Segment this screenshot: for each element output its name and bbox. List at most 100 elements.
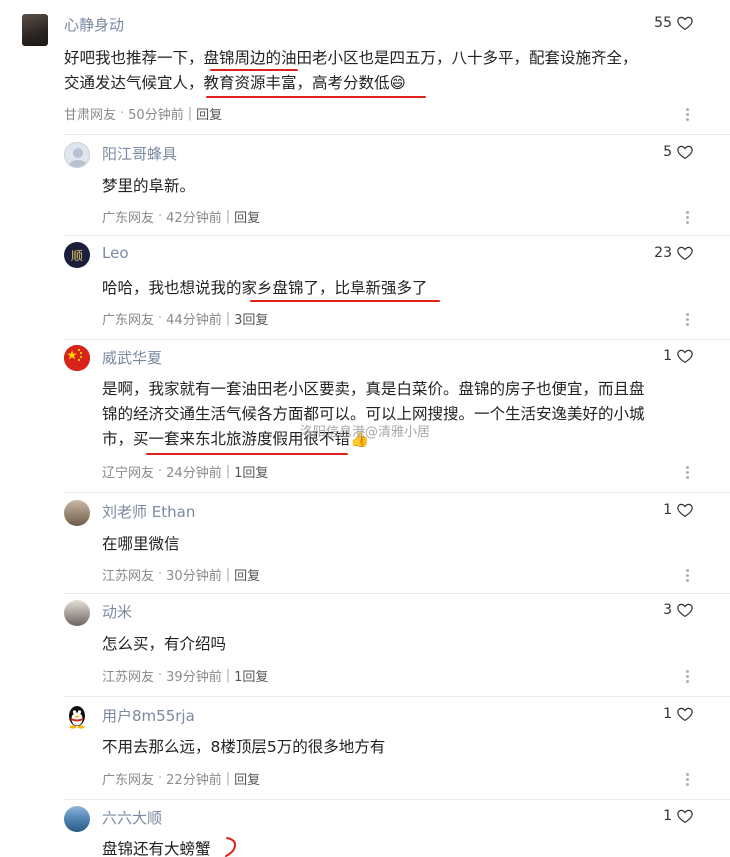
avatar[interactable] — [64, 142, 90, 168]
svg-text:顺: 顺 — [71, 249, 83, 263]
comment-line: 哈哈，我也想说我的家乡盘锦了，比阜新强多了 — [102, 279, 428, 297]
like-button[interactable]: 55 — [654, 14, 694, 32]
comment-author[interactable]: 阳江哥蜂具 — [102, 143, 177, 164]
comment-meta: 江苏网友 · 30分钟前 | 回复 — [102, 565, 260, 584]
flag-icon — [64, 345, 90, 371]
heart-outline-icon[interactable] — [676, 601, 694, 619]
like-count: 55 — [654, 15, 672, 31]
watermark: 洛阳信息港@清雅小居 — [300, 425, 431, 440]
more-vertical-icon[interactable] — [686, 773, 690, 788]
meta-separator: · — [158, 771, 163, 786]
meta-separator: | — [225, 209, 231, 224]
heart-outline-icon[interactable] — [676, 705, 694, 723]
penguin-icon — [69, 706, 85, 729]
comment-item: 刘老师 Ethan 1 在哪里微信 江苏网友 · 30分钟前 | 回复 — [0, 493, 730, 593]
heart-outline-icon[interactable] — [676, 14, 694, 32]
avatar-logo-icon: 顺 — [65, 243, 89, 267]
comment-item: 动米 3 怎么买，有介绍吗 江苏网友 · 39分钟前 | 1回复 — [0, 594, 730, 696]
meta-separator: | — [225, 668, 231, 683]
meta-separator: · — [158, 668, 163, 683]
meta-separator: | — [225, 311, 231, 326]
comment-line: 不用去那么远，8楼顶层5万的很多地方有 — [102, 738, 386, 756]
comment-line: 怎么买，有介绍吗 — [102, 635, 227, 653]
comment-author[interactable]: Leo — [102, 244, 129, 262]
like-count: 1 — [663, 502, 672, 518]
like-button[interactable]: 1 — [663, 501, 694, 519]
more-vertical-icon[interactable] — [686, 313, 690, 328]
user-location: 甘肃网友 — [64, 108, 117, 123]
more-vertical-icon[interactable] — [686, 211, 690, 226]
avatar[interactable] — [64, 600, 90, 626]
like-button[interactable]: 1 — [663, 705, 694, 723]
reply-button[interactable]: 回复 — [196, 104, 222, 123]
meta-separator: | — [225, 771, 231, 786]
reply-button[interactable]: 回复 — [234, 565, 260, 584]
meta-separator: · — [158, 209, 163, 224]
comment-text: 不用去那么远，8楼顶层5万的很多地方有 — [102, 735, 702, 760]
reply-button[interactable]: 3回复 — [234, 309, 268, 328]
comment-author[interactable]: 动米 — [102, 601, 132, 622]
comment-text: 盘锦还有大螃蟹 — [102, 837, 702, 857]
meta-separator: · — [158, 567, 163, 582]
heart-outline-icon[interactable] — [676, 143, 694, 161]
annotation-bracket — [225, 837, 237, 857]
default-user-icon — [69, 148, 87, 167]
user-location: 江苏网友 — [102, 670, 155, 685]
user-location: 广东网友 — [102, 313, 155, 328]
comment-item: 心静身动 55 好吧我也推荐一下，盘锦周边的油田老小区也是四五万，八十多平，配套… — [0, 0, 730, 135]
meta-separator: | — [187, 106, 193, 121]
heart-outline-icon[interactable] — [676, 807, 694, 825]
user-location: 江苏网友 — [102, 569, 155, 584]
comment-time: 24分钟前 — [166, 466, 222, 481]
reply-button[interactable]: 回复 — [234, 769, 260, 788]
like-button[interactable]: 1 — [663, 347, 694, 365]
comment-text: 哈哈，我也想说我的家乡盘锦了，比阜新强多了 — [102, 276, 702, 301]
comment-item: 顺 Leo 23 哈哈，我也想说我的家乡盘锦了，比阜新强多了 广东网友 · 44… — [0, 236, 730, 339]
comment-text: 是啊，我家就有一套油田老小区要卖，真是白菜价。盘锦的房子也便宜，而且盘 锦的经济… — [102, 377, 702, 452]
heart-outline-icon[interactable] — [676, 501, 694, 519]
user-location: 广东网友 — [102, 211, 155, 226]
comment-item: 阳江哥蜂具 5 梦里的阜新。 广东网友 · 42分钟前 | 回复 — [0, 135, 730, 235]
meta-separator: · — [158, 464, 163, 479]
meta-separator: · — [158, 311, 163, 326]
avatar[interactable] — [64, 500, 90, 526]
more-vertical-icon[interactable] — [686, 466, 690, 481]
like-count: 5 — [663, 144, 672, 160]
avatar[interactable] — [64, 704, 90, 730]
comment-author[interactable]: 威武华夏 — [102, 347, 162, 368]
reply-button[interactable]: 回复 — [234, 207, 260, 226]
comment-text: 好吧我也推荐一下，盘锦周边的油田老小区也是四五万，八十多平，配套设施齐全， 交通… — [64, 46, 704, 96]
comment-author[interactable]: 心静身动 — [64, 14, 124, 35]
more-vertical-icon[interactable] — [686, 108, 690, 123]
comment-time: 39分钟前 — [166, 670, 222, 685]
more-vertical-icon[interactable] — [686, 670, 690, 685]
avatar[interactable] — [64, 345, 90, 371]
heart-outline-icon[interactable] — [676, 244, 694, 262]
comment-meta: 广东网友 · 22分钟前 | 回复 — [102, 769, 260, 788]
avatar[interactable]: 顺 — [64, 242, 90, 268]
like-count: 1 — [663, 706, 672, 722]
like-button[interactable]: 1 — [663, 807, 694, 825]
heart-outline-icon[interactable] — [676, 347, 694, 365]
comment-item: 六六大顺 1 盘锦还有大螃蟹 — [0, 800, 730, 857]
comment-author[interactable]: 刘老师 Ethan — [102, 501, 195, 522]
like-count: 1 — [663, 808, 672, 824]
comment-meta: 江苏网友 · 39分钟前 | 1回复 — [102, 666, 268, 685]
comment-text: 梦里的阜新。 — [102, 174, 702, 199]
comment-line: 是啊，我家就有一套油田老小区要卖，真是白菜价。盘锦的房子也便宜，而且盘 — [102, 380, 645, 398]
annotation-underline — [250, 300, 440, 302]
like-button[interactable]: 3 — [663, 601, 694, 619]
reply-button[interactable]: 1回复 — [234, 462, 268, 481]
like-button[interactable]: 23 — [654, 244, 694, 262]
comment-time: 22分钟前 — [166, 773, 222, 788]
user-location: 广东网友 — [102, 773, 155, 788]
avatar[interactable] — [64, 806, 90, 832]
comment-author[interactable]: 用户8m55rja — [102, 705, 195, 726]
comment-author[interactable]: 六六大顺 — [102, 807, 162, 828]
reply-button[interactable]: 1回复 — [234, 666, 268, 685]
comment-meta: 甘肃网友 · 50分钟前 | 回复 — [64, 104, 222, 123]
comment-time: 42分钟前 — [166, 211, 222, 226]
avatar[interactable] — [22, 14, 48, 46]
like-button[interactable]: 5 — [663, 143, 694, 161]
more-vertical-icon[interactable] — [686, 569, 690, 584]
